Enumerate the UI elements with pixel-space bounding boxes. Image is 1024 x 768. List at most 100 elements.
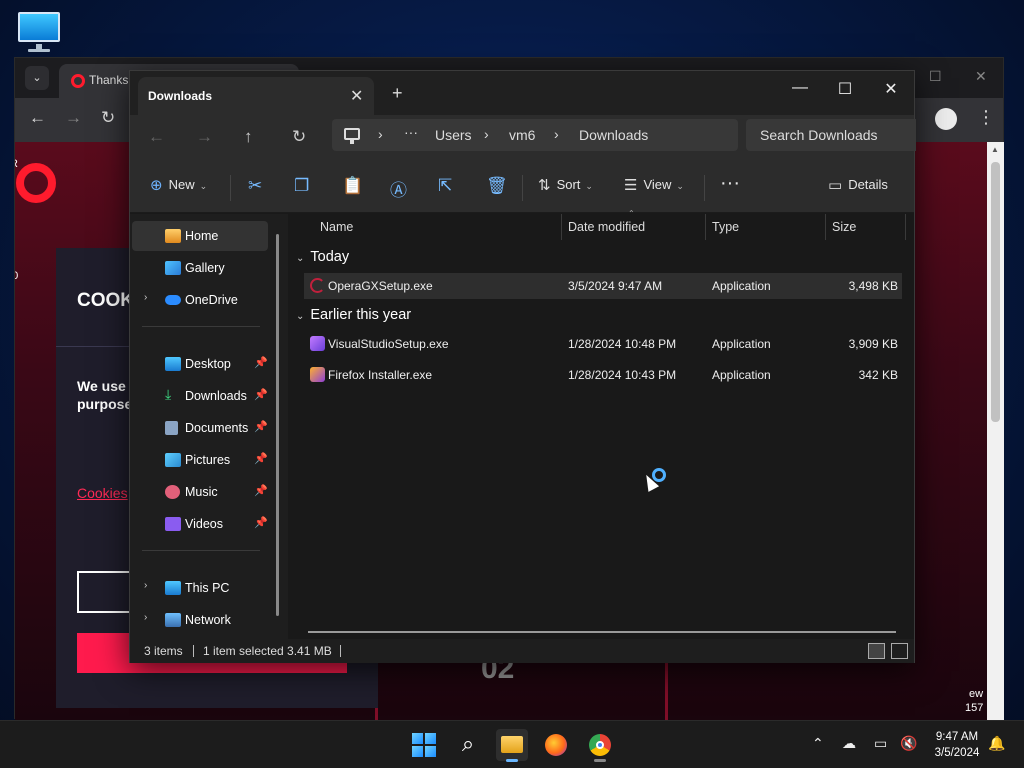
profile-avatar-icon[interactable]: [935, 108, 957, 130]
scroll-up-icon[interactable]: ▲: [991, 145, 999, 154]
download-arrow-icon: ⤓: [165, 386, 172, 402]
tab-search-button[interactable]: ⌄: [25, 66, 49, 90]
taskbar-clock[interactable]: 9:47 AM 3/5/2024: [926, 729, 988, 761]
breadcrumb[interactable]: › ··· Users › vm6 › Downloads: [332, 119, 738, 151]
nav-item-music[interactable]: Music 📌: [132, 477, 268, 507]
nav-item-gallery[interactable]: Gallery: [132, 253, 268, 283]
nav-item-network[interactable]: › Network: [132, 605, 268, 635]
browser-maximize-icon[interactable]: ☐: [929, 68, 942, 85]
details-view-icon[interactable]: [868, 643, 885, 659]
cut-icon[interactable]: ✂: [248, 176, 262, 196]
rename-icon[interactable]: Ⓐ: [390, 176, 407, 201]
browser-reload-icon[interactable]: ↻: [101, 108, 115, 128]
show-hidden-icons-icon[interactable]: ⌃: [812, 735, 824, 752]
network-status-icon[interactable]: ▭: [874, 735, 887, 752]
share-icon[interactable]: ⇱: [438, 176, 452, 196]
column-divider[interactable]: [705, 214, 706, 240]
expand-chevron-icon[interactable]: ›: [144, 612, 147, 623]
view-button[interactable]: ☰ View ⌄: [624, 176, 684, 194]
file-list: ⌃ Name Date modified Type Size ⌄ Today Op…: [288, 209, 914, 639]
file-explorer-taskbar-icon[interactable]: [496, 729, 528, 762]
start-button[interactable]: [408, 729, 440, 761]
computer-icon: [344, 128, 360, 140]
breadcrumb-users[interactable]: Users: [435, 127, 472, 143]
sort-button[interactable]: ⇅ Sort ⌄: [538, 176, 593, 194]
search-icon[interactable]: ⌕: [452, 729, 484, 761]
column-header-type[interactable]: Type: [712, 220, 739, 234]
cmd-separator: [704, 175, 705, 201]
browser-close-icon[interactable]: ✕: [975, 68, 987, 85]
new-button[interactable]: ⊕ New ⌄: [150, 176, 207, 194]
nav-item-home[interactable]: Home: [132, 221, 268, 251]
firefox-icon: [545, 734, 567, 756]
browser-back-icon[interactable]: ←: [29, 108, 46, 128]
nav-item-downloads[interactable]: ⤓ Downloads 📌: [132, 381, 268, 411]
column-header-name[interactable]: Name: [320, 220, 353, 234]
music-icon: [165, 485, 180, 499]
table-row[interactable]: OperaGXSetup.exe 3/5/2024 9:47 AM Applic…: [304, 273, 902, 299]
details-pane-icon: ▭: [828, 177, 843, 194]
refresh-icon[interactable]: ↻: [292, 127, 306, 147]
close-window-icon[interactable]: ✕: [876, 79, 906, 99]
opera-icon: [71, 74, 85, 88]
column-divider[interactable]: [905, 214, 906, 240]
table-row[interactable]: VisualStudioSetup.exe 1/28/2024 10:48 PM…: [304, 331, 902, 357]
nav-item-this-pc[interactable]: › This PC: [132, 573, 268, 603]
copy-icon[interactable]: ❐: [294, 176, 309, 196]
tiles-view-icon[interactable]: [891, 643, 908, 659]
nav-label: Documents: [185, 421, 249, 435]
column-divider[interactable]: [825, 214, 826, 240]
file-explorer-window: Downloads ✕ + — ☐ ✕ ← → ↑ ↻ › ··· Users …: [129, 70, 916, 663]
breadcrumb-more-icon[interactable]: ···: [404, 124, 418, 140]
nav-item-pictures[interactable]: Pictures 📌: [132, 445, 268, 475]
cookies-link[interactable]: Cookies: [77, 485, 128, 501]
pin-icon: 📌: [254, 389, 268, 401]
breadcrumb-vm6[interactable]: vm6: [509, 127, 535, 143]
up-icon[interactable]: ↑: [244, 127, 253, 147]
column-header-size[interactable]: Size: [832, 220, 856, 234]
browser-scrollbar[interactable]: ▲: [987, 142, 1004, 720]
pin-icon: 📌: [254, 485, 268, 497]
nav-label: Gallery: [185, 261, 225, 275]
maximize-icon[interactable]: ☐: [830, 79, 860, 99]
group-header-earlier[interactable]: ⌄ Earlier this year: [296, 307, 411, 323]
browser-menu-icon[interactable]: ⋮: [977, 107, 995, 128]
scrollbar-thumb[interactable]: [991, 162, 1000, 422]
onedrive-status-icon[interactable]: ☁: [842, 735, 856, 752]
sort-icon: ⇅: [538, 177, 551, 194]
delete-icon[interactable]: 🗑: [486, 176, 508, 196]
this-pc-desktop-icon[interactable]: [16, 10, 62, 52]
nav-item-documents[interactable]: Documents 📌: [132, 413, 268, 443]
close-tab-icon[interactable]: ✕: [350, 86, 363, 106]
volume-icon[interactable]: 🔇: [900, 735, 917, 752]
search-input[interactable]: Search Downloads: [746, 119, 916, 151]
table-row[interactable]: Firefox Installer.exe 1/28/2024 10:43 PM…: [304, 362, 902, 388]
nav-item-onedrive[interactable]: › OneDrive: [132, 285, 268, 315]
nav-item-videos[interactable]: Videos 📌: [132, 509, 268, 539]
status-separator: [193, 645, 194, 657]
firefox-taskbar-icon[interactable]: [540, 729, 572, 761]
explorer-tab-downloads[interactable]: Downloads ✕: [138, 77, 374, 115]
browser-forward-icon[interactable]: →: [65, 108, 82, 128]
expand-chevron-icon[interactable]: ›: [144, 580, 147, 591]
cookie-title: COOK: [77, 290, 134, 311]
forward-icon[interactable]: →: [196, 127, 213, 147]
breadcrumb-downloads[interactable]: Downloads: [579, 127, 648, 143]
chrome-taskbar-icon[interactable]: [584, 729, 616, 762]
nav-item-desktop[interactable]: Desktop 📌: [132, 349, 268, 379]
paste-icon[interactable]: 📋: [342, 176, 363, 196]
horizontal-scrollbar[interactable]: [308, 631, 896, 633]
back-icon[interactable]: ←: [148, 127, 165, 147]
new-tab-icon[interactable]: +: [392, 83, 403, 104]
expand-chevron-icon[interactable]: ›: [144, 292, 147, 303]
column-header-date[interactable]: Date modified: [568, 220, 645, 234]
minimize-icon[interactable]: —: [785, 79, 815, 97]
notification-bell-icon[interactable]: 🔔: [988, 735, 1005, 752]
breadcrumb-chevron-icon: ›: [554, 126, 559, 142]
pictures-icon: [165, 453, 181, 467]
nav-scrollbar[interactable]: [276, 234, 279, 616]
column-divider[interactable]: [561, 214, 562, 240]
group-header-today[interactable]: ⌄ Today: [296, 249, 349, 265]
more-options-icon[interactable]: ···: [720, 172, 740, 195]
details-button[interactable]: ▭ Details: [828, 176, 888, 194]
